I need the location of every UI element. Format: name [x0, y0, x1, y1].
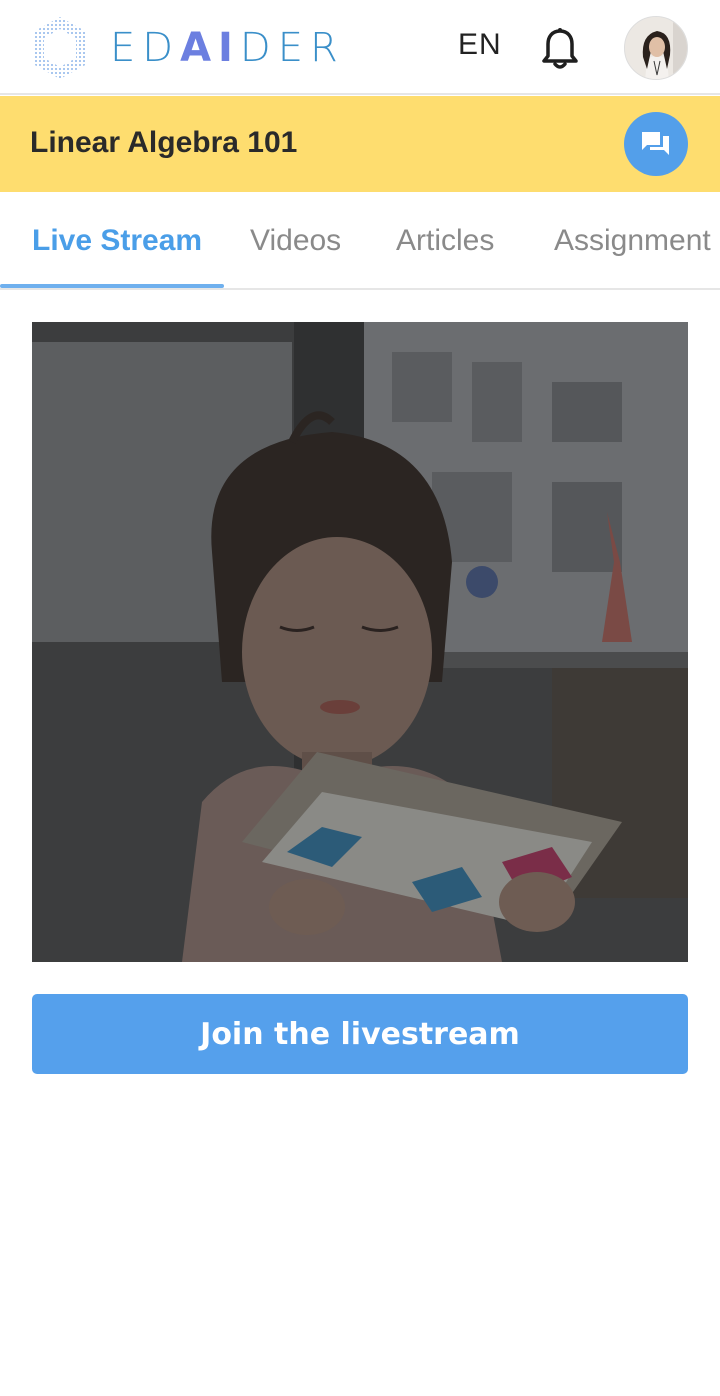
avatar-portrait-image	[625, 17, 687, 79]
user-avatar[interactable]	[624, 16, 688, 80]
join-livestream-button[interactable]: Join the livestream	[32, 994, 688, 1074]
chat-button[interactable]	[624, 112, 688, 176]
chat-bubbles-icon	[642, 132, 669, 155]
tab-assignment[interactable]: Assignment	[554, 224, 711, 258]
brand-logo[interactable]: EDAIDER	[30, 14, 360, 82]
hexagon-logo-icon	[33, 17, 87, 79]
active-tab-indicator	[0, 284, 224, 288]
tab-articles[interactable]: Articles	[396, 224, 494, 258]
content-tabs: Live Stream Videos Articles Assignment	[0, 192, 720, 290]
course-bar: Linear Algebra 101	[0, 96, 720, 192]
brand-name: EDAIDER	[110, 25, 345, 71]
tab-live-stream[interactable]: Live Stream	[32, 224, 202, 258]
livestream-preview-image	[32, 322, 688, 962]
child-reading-photo	[32, 322, 688, 962]
tab-videos[interactable]: Videos	[250, 224, 341, 258]
app-header: EDAIDER EN	[0, 0, 720, 95]
course-title: Linear Algebra 101	[30, 126, 298, 159]
bell-icon[interactable]	[540, 27, 580, 71]
language-selector[interactable]: EN	[458, 28, 502, 62]
